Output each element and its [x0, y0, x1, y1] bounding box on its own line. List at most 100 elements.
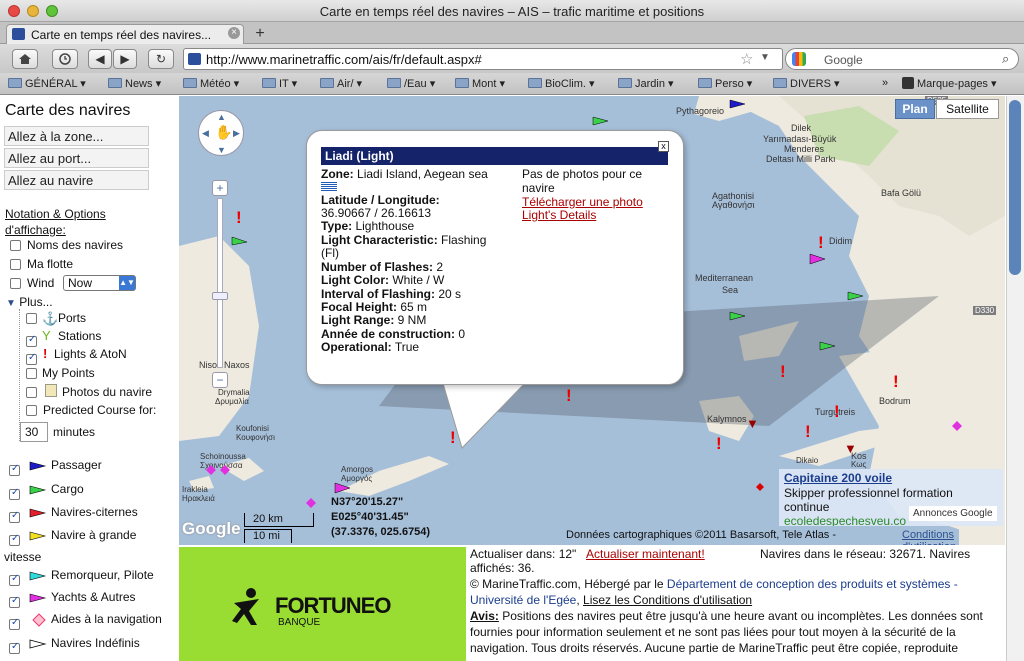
map-ad-title[interactable]: Capitaine 200 voile: [784, 471, 892, 485]
map-terms-link[interactable]: Conditions d'utilisation: [902, 529, 1005, 545]
station-marker-icon[interactable]: ▼: [746, 416, 759, 431]
light-marker-icon[interactable]: !: [780, 362, 786, 382]
tab-marinetraffic[interactable]: Carte en temps réel des navires...: [6, 24, 244, 44]
aton-marker[interactable]: [951, 420, 963, 432]
yachts-checkbox[interactable]: [9, 597, 20, 608]
aton-marker[interactable]: [205, 464, 217, 476]
zoom-slider-thumb[interactable]: [212, 292, 228, 300]
bookmark-general[interactable]: GÉNÉRAL ▾: [8, 77, 86, 90]
bookmark-air[interactable]: Air/ ▾: [320, 77, 362, 90]
goto-port-field[interactable]: Allez au port...: [4, 148, 149, 168]
zoom-out-button[interactable]: −: [212, 372, 228, 388]
light-marker-icon[interactable]: !: [716, 434, 722, 454]
bookmark-meteo[interactable]: Météo ▾: [183, 77, 239, 90]
yacht-ship-marker[interactable]: [809, 253, 827, 265]
cargo-ship-marker[interactable]: [231, 236, 249, 246]
home-button[interactable]: [12, 49, 38, 69]
tab-close-icon[interactable]: ×: [228, 27, 240, 39]
search-magnifier-icon[interactable]: ⌕: [1002, 51, 1009, 67]
notation-options-link-line2[interactable]: d'affichage:: [5, 223, 66, 237]
zoom-slider-track[interactable]: [217, 198, 223, 368]
lights-checkbox[interactable]: [26, 354, 37, 365]
aton-marker[interactable]: [305, 497, 317, 509]
refresh-now-link[interactable]: Actualiser maintenant!: [586, 547, 705, 561]
google-search-engine-icon[interactable]: [792, 52, 806, 66]
goto-zone-field[interactable]: Allez à la zone...: [4, 126, 149, 146]
cargo-ship-marker[interactable]: [847, 291, 865, 301]
forward-button[interactable]: ▶: [113, 49, 137, 69]
names-checkbox[interactable]: [10, 240, 21, 251]
aton-marker[interactable]: [755, 482, 765, 492]
fortuneo-ad-banner[interactable]: FORTUNEO BANQUE: [179, 547, 466, 661]
ports-checkbox[interactable]: [26, 313, 37, 324]
map-ad-url[interactable]: ecoledespechesveu.co: [784, 514, 906, 526]
light-details-link[interactable]: Light's Details: [522, 209, 596, 222]
history-button[interactable]: [52, 49, 78, 69]
station-marker-icon[interactable]: ▼: [844, 441, 857, 456]
cargo-checkbox[interactable]: [9, 489, 20, 500]
passenger-checkbox[interactable]: [9, 465, 20, 476]
bookmark-mont[interactable]: Mont ▾: [455, 77, 505, 90]
light-marker-icon[interactable]: !: [236, 208, 242, 228]
my-points-link[interactable]: My Points: [42, 366, 95, 380]
aton-checkbox[interactable]: [9, 619, 20, 630]
cargo-ship-marker[interactable]: [592, 116, 610, 126]
my-fleet-link[interactable]: Ma flotte: [27, 257, 73, 271]
footer-notice-line3: navigation. Tous droits réservés. Aucune…: [470, 641, 959, 655]
zoom-in-button[interactable]: +: [212, 180, 228, 196]
ads-by-google[interactable]: Annonces Google: [909, 506, 997, 521]
wind-checkbox[interactable]: [10, 278, 21, 289]
bookmark-it[interactable]: IT ▾: [262, 77, 297, 90]
plan-button[interactable]: Plan: [895, 99, 935, 119]
url-bar[interactable]: http://www.marinetraffic.com/ais/fr/defa…: [183, 48, 783, 70]
minutes-input[interactable]: 30: [20, 422, 48, 442]
passenger-ship-marker[interactable]: [729, 99, 747, 109]
yacht-ship-marker[interactable]: [334, 482, 352, 494]
fleet-checkbox[interactable]: [10, 259, 21, 270]
scrollbar-thumb[interactable]: [1009, 100, 1021, 275]
univ-link[interactable]: Université de l'Egée: [470, 593, 576, 607]
mypoints-checkbox[interactable]: [26, 368, 37, 379]
reload-button[interactable]: ↻: [148, 49, 174, 69]
wind-select[interactable]: Now ▲▼: [63, 275, 136, 291]
light-marker-icon[interactable]: !: [818, 233, 824, 253]
pan-control[interactable]: ▲ ▼ ◀ ▶ ✋: [198, 110, 244, 156]
bookmark-perso[interactable]: Perso ▾: [698, 77, 752, 90]
predicted-course-checkbox[interactable]: [26, 405, 37, 416]
new-tab-button[interactable]: +: [248, 25, 272, 43]
dept-link[interactable]: Département de conception des produits e…: [667, 577, 958, 591]
url-dropdown-icon[interactable]: ▼: [760, 52, 770, 63]
search-box[interactable]: Google: [785, 48, 1019, 70]
bookmark-divers[interactable]: DIVERS ▾: [773, 77, 840, 90]
site-identity-icon[interactable]: [188, 53, 201, 65]
tug-checkbox[interactable]: [9, 575, 20, 586]
light-marker-icon[interactable]: !: [566, 386, 572, 406]
satellite-button[interactable]: Satellite: [936, 99, 999, 119]
aton-marker[interactable]: [219, 464, 231, 476]
light-marker-icon[interactable]: !: [893, 372, 899, 392]
bookmark-eau[interactable]: /Eau ▾: [387, 77, 435, 90]
bookmark-jardin[interactable]: Jardin ▾: [618, 77, 674, 90]
goto-ship-field[interactable]: Allez au navire: [4, 170, 149, 190]
notation-options-link[interactable]: Notation & Options: [5, 207, 106, 221]
bookmarks-menu[interactable]: Marque-pages ▾: [902, 77, 997, 90]
bookmarks-overflow-chevron[interactable]: »: [882, 77, 888, 89]
light-marker-icon[interactable]: !: [834, 402, 840, 422]
popup-close-button[interactable]: x: [658, 141, 669, 152]
highspeed-checkbox[interactable]: [9, 535, 20, 546]
plus-toggle[interactable]: ▼ Plus...: [6, 295, 53, 309]
cargo-ship-marker[interactable]: [819, 341, 837, 351]
tankers-checkbox[interactable]: [9, 512, 20, 523]
coords-lat: N37°20'15.27": [331, 496, 404, 508]
bookmark-star-icon[interactable]: ☆: [740, 50, 753, 68]
back-button[interactable]: ◀: [88, 49, 112, 69]
photos-checkbox[interactable]: [26, 387, 37, 398]
bookmark-bioclim[interactable]: BioClim. ▾: [528, 77, 595, 90]
stations-checkbox[interactable]: [26, 336, 37, 347]
road-d330: D330: [973, 306, 997, 315]
bookmark-news[interactable]: News ▾: [108, 77, 161, 90]
conditions-link[interactable]: Lisez les Conditions d'utilisation: [583, 593, 752, 607]
cargo-ship-marker[interactable]: [729, 311, 747, 321]
undefined-checkbox[interactable]: [9, 643, 20, 654]
light-marker-icon[interactable]: !: [805, 422, 811, 442]
